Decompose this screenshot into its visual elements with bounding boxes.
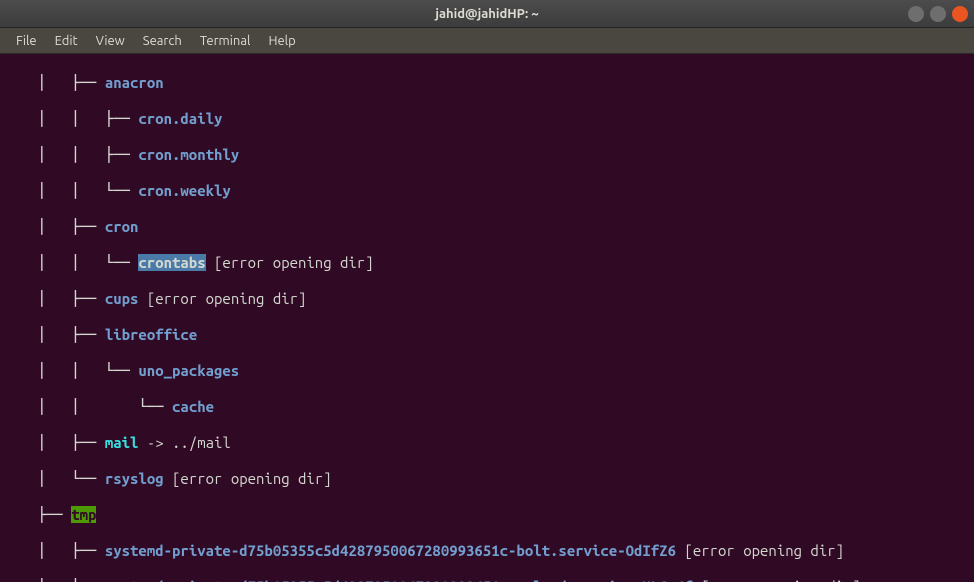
dir-anacron: anacron xyxy=(105,74,164,91)
dir-cups: cups xyxy=(105,290,139,307)
dir-sd-colord: systemd-private-d75b05355c5d428795006728… xyxy=(105,578,693,582)
dir-cache: cache xyxy=(172,398,214,415)
dir-rsyslog: rsyslog xyxy=(105,470,164,487)
menu-terminal[interactable]: Terminal xyxy=(192,32,259,50)
window-title: jahid@jahidHP: ~ xyxy=(435,7,538,21)
dir-cron-weekly: cron.weekly xyxy=(138,182,230,199)
dir-cron-monthly: cron.monthly xyxy=(138,146,239,163)
menu-search[interactable]: Search xyxy=(135,32,190,50)
menu-help[interactable]: Help xyxy=(260,32,303,50)
terminal-output[interactable]: │ ├── anacron │ │ ├── cron.daily │ │ ├──… xyxy=(0,54,974,582)
link-mail: mail xyxy=(105,434,139,451)
dir-libreoffice: libreoffice xyxy=(105,326,197,343)
dir-tmp: tmp xyxy=(71,506,96,523)
window-controls xyxy=(908,6,968,22)
menu-edit[interactable]: Edit xyxy=(47,32,86,50)
menu-file[interactable]: File xyxy=(8,32,45,50)
dir-crontabs: crontabs xyxy=(138,254,205,271)
minimize-button[interactable] xyxy=(908,6,924,22)
dir-sd-bolt: systemd-private-d75b05355c5d428795006728… xyxy=(105,542,676,559)
maximize-button[interactable] xyxy=(930,6,946,22)
dir-cron: cron xyxy=(105,218,139,235)
dir-cron-daily: cron.daily xyxy=(138,110,222,127)
menubar: File Edit View Search Terminal Help xyxy=(0,28,974,54)
dir-uno-packages: uno_packages xyxy=(138,362,239,379)
close-button[interactable] xyxy=(952,6,968,22)
menu-view[interactable]: View xyxy=(88,32,133,50)
titlebar: jahid@jahidHP: ~ xyxy=(0,0,974,28)
